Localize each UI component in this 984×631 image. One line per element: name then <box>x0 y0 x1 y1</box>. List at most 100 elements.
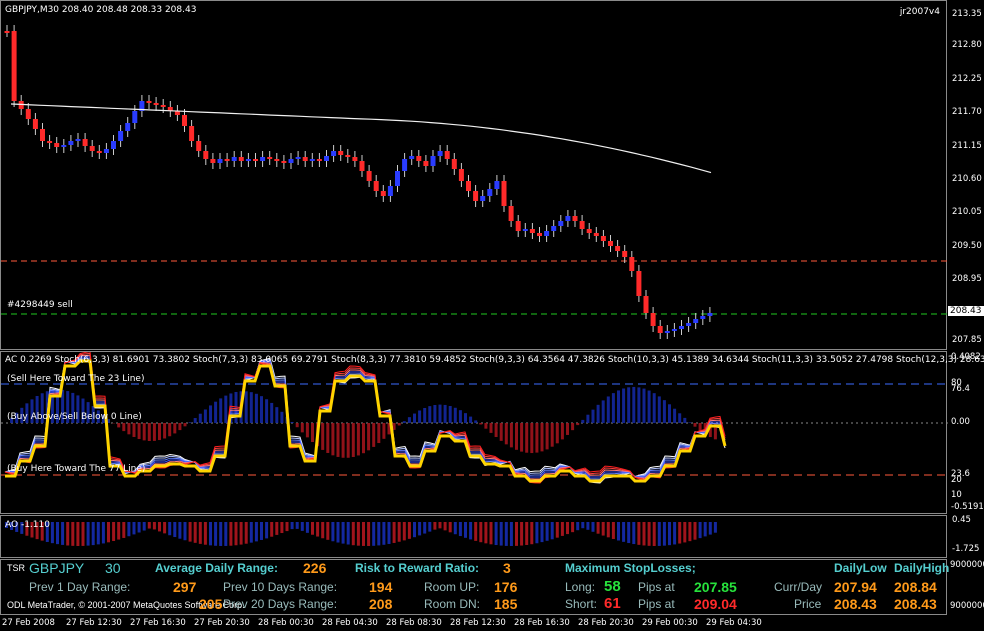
ao-bar <box>178 522 182 539</box>
ac-bar <box>428 406 432 423</box>
ac-bar <box>188 422 192 423</box>
price-axis-label: 212.80 <box>952 40 982 50</box>
ao-bar <box>673 522 677 545</box>
room-up-value: 176 <box>494 579 518 595</box>
candle <box>395 171 400 186</box>
panel-axis-top: 9000000 <box>950 560 984 570</box>
price-axis[interactable]: 213.35 212.80 212.25 211.70 211.15 210.60 210.… <box>948 0 984 350</box>
ao-bar <box>331 522 335 542</box>
candle <box>593 233 599 236</box>
ao-bar <box>520 522 524 546</box>
ac-bar <box>474 420 478 423</box>
ao-bar <box>326 522 330 540</box>
main-chart[interactable]: GBPJPY,M30 208.40 208.48 208.33 208.43 j… <box>0 0 948 350</box>
ao-bar <box>525 522 529 545</box>
ac-bar <box>397 423 401 426</box>
ao-bar <box>142 522 146 531</box>
ac-bar <box>152 423 156 441</box>
ao-bar <box>244 522 248 544</box>
ac-bar <box>453 407 457 423</box>
candle <box>196 141 202 151</box>
ac-bar <box>209 405 212 423</box>
ao-bar <box>433 522 437 530</box>
version-label: jr2007v4 <box>899 7 940 17</box>
ao-bar <box>229 522 233 546</box>
ac-bar <box>321 423 325 450</box>
ac-bar <box>596 404 600 423</box>
ac-bar <box>627 387 631 423</box>
candle <box>25 109 31 119</box>
ac-bar <box>657 396 661 423</box>
ac-bar <box>688 422 692 423</box>
ao-bar <box>606 522 610 538</box>
stoch-axis-label: 0.00 <box>951 417 970 427</box>
zero-hint: (Buy Above/Sell Below 0 Line) <box>7 412 142 422</box>
ac-bar <box>132 423 136 437</box>
ao-bar <box>107 522 110 543</box>
ao-bar <box>101 522 105 544</box>
ac-bar <box>193 418 197 423</box>
ao-bar <box>280 522 284 534</box>
ao-bar <box>66 522 70 546</box>
prev1-value: 297 <box>173 579 197 595</box>
ac-bar <box>566 423 569 435</box>
ao-bar <box>576 522 580 531</box>
ao-bar <box>428 522 432 532</box>
ao-bar <box>86 522 90 546</box>
ao-bar <box>683 522 687 543</box>
candle <box>416 156 422 161</box>
candle <box>473 191 479 201</box>
currday-label: Curr/Day <box>774 580 823 594</box>
candle <box>96 151 102 153</box>
candle <box>515 221 521 231</box>
ao-bar <box>407 522 411 539</box>
ac-bar <box>545 423 549 450</box>
candle <box>558 221 564 226</box>
ao-bar <box>693 522 697 540</box>
candle <box>146 101 152 103</box>
candle <box>707 313 713 316</box>
ac-bar <box>270 402 274 423</box>
price-axis-label: 209.50 <box>952 241 982 251</box>
ac-bar <box>540 423 544 452</box>
stoch-axis[interactable]: 0.4082 80 76.4 0.00 23.6 20 10 -0.5191 <box>948 351 984 514</box>
candle <box>224 159 230 161</box>
candle <box>444 151 450 159</box>
ac-bar <box>311 423 314 443</box>
ac-bar <box>260 396 263 423</box>
ac-bar <box>642 388 646 423</box>
tsr-label: TSR <box>7 563 25 573</box>
candle <box>54 143 60 147</box>
ao-panel[interactable]: AO -1.110 <box>0 515 947 558</box>
candle <box>125 123 131 131</box>
candle <box>402 159 408 171</box>
stoch-axis-label: 76.4 <box>951 384 970 394</box>
ac-bar <box>673 408 677 423</box>
ao-bar <box>147 522 151 529</box>
pips-at-long: Pips at <box>638 580 675 594</box>
ao-bar <box>530 522 534 545</box>
candle <box>608 241 613 246</box>
ao-bar <box>540 522 544 543</box>
time-axis-label: 27 Feb 20:30 <box>194 618 250 628</box>
ao-bar <box>203 522 207 545</box>
candle <box>373 181 379 191</box>
ao-bar <box>668 522 671 546</box>
candle <box>68 141 74 145</box>
order-label[interactable]: #4298449 sell <box>7 300 73 310</box>
timeframe-label: 30 <box>105 560 121 576</box>
daily-low-label: DailyLow <box>834 561 887 575</box>
candle <box>359 161 365 171</box>
time-axis-label: 27 Feb 16:30 <box>130 618 186 628</box>
panel-axis-bottom: 9000000 <box>950 601 984 611</box>
ao-bar <box>295 522 299 529</box>
info-panel[interactable]: TSR GBPJPY 30 Average Daily Range: 226 R… <box>0 559 949 615</box>
ao-bar <box>627 522 631 544</box>
ac-bar <box>550 423 554 447</box>
time-axis[interactable]: 27 Feb 2008 27 Feb 12:30 27 Feb 16:30 27 Fe… <box>0 616 947 631</box>
price-axis-label: 207.85 <box>952 335 982 345</box>
candle <box>565 216 571 221</box>
stoch-panel[interactable]: AC 0.2269 Stoch(6,3,3) 81.6901 73.3802 S… <box>0 351 984 514</box>
ao-bar <box>367 522 371 546</box>
ao-bar <box>484 522 488 544</box>
